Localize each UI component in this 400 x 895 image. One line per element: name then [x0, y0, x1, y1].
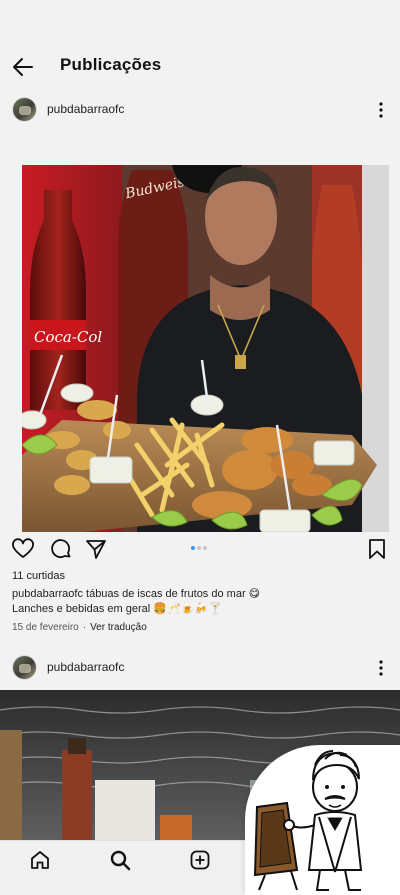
translate-link[interactable]: Ver tradução [90, 622, 147, 633]
post-date: 15 de fevereiro [12, 622, 79, 633]
restaurant-badge [245, 745, 400, 895]
more-vertical-icon [379, 660, 383, 676]
more-options-button[interactable] [374, 99, 388, 121]
post-photo[interactable]: Coca-Col Budweiser [22, 165, 389, 532]
post-actions [0, 537, 400, 563]
svg-text:Coca-Col: Coca-Col [34, 328, 102, 346]
photo-image: Coca-Col Budweiser [22, 165, 389, 532]
arrow-left-icon [13, 58, 33, 76]
like-button[interactable] [11, 537, 35, 561]
nav-search[interactable] [109, 849, 131, 871]
bookmark-icon [369, 539, 385, 559]
share-button[interactable] [84, 537, 108, 561]
post-meta: 15 de fevereiro · Ver tradução [12, 622, 147, 633]
send-icon [86, 540, 106, 559]
avatar[interactable] [12, 97, 37, 122]
more-options-button[interactable] [374, 657, 388, 679]
caption-text: tábuas de iscas de frutos do mar 😋 [86, 588, 261, 600]
search-icon [110, 850, 131, 871]
likes-count[interactable]: 11 curtidas [12, 570, 65, 582]
carousel-dot [197, 546, 201, 550]
more-vertical-icon [379, 102, 383, 118]
caption-username[interactable]: pubdabarraofc [12, 588, 83, 600]
avatar[interactable] [12, 655, 37, 680]
save-button[interactable] [365, 537, 389, 561]
carousel-dot-active [191, 546, 195, 550]
top-bar: Publicações [0, 0, 400, 92]
waiter-menu-icon [253, 750, 363, 891]
carousel-indicator [191, 546, 211, 552]
page-title: Publicações [60, 55, 162, 74]
post-header: pubdabarraofc [0, 97, 400, 133]
back-button[interactable] [10, 54, 36, 80]
post-username[interactable]: pubdabarraofc [47, 102, 124, 116]
caption-text-line2: Lanches e bebidas em geral 🍔🥂🍺🍻🍸 [12, 603, 222, 615]
comment-icon [51, 539, 71, 558]
comment-button[interactable] [49, 537, 73, 561]
nav-create[interactable] [189, 849, 211, 871]
post-caption: pubdabarraofc tábuas de iscas de frutos … [12, 587, 392, 617]
add-post-icon [190, 850, 210, 870]
nav-home[interactable] [29, 849, 51, 871]
post-header: pubdabarraofc [0, 655, 400, 691]
home-icon [31, 851, 49, 869]
heart-icon [12, 538, 34, 558]
carousel-dot [203, 546, 207, 550]
post-username[interactable]: pubdabarraofc [47, 660, 124, 674]
